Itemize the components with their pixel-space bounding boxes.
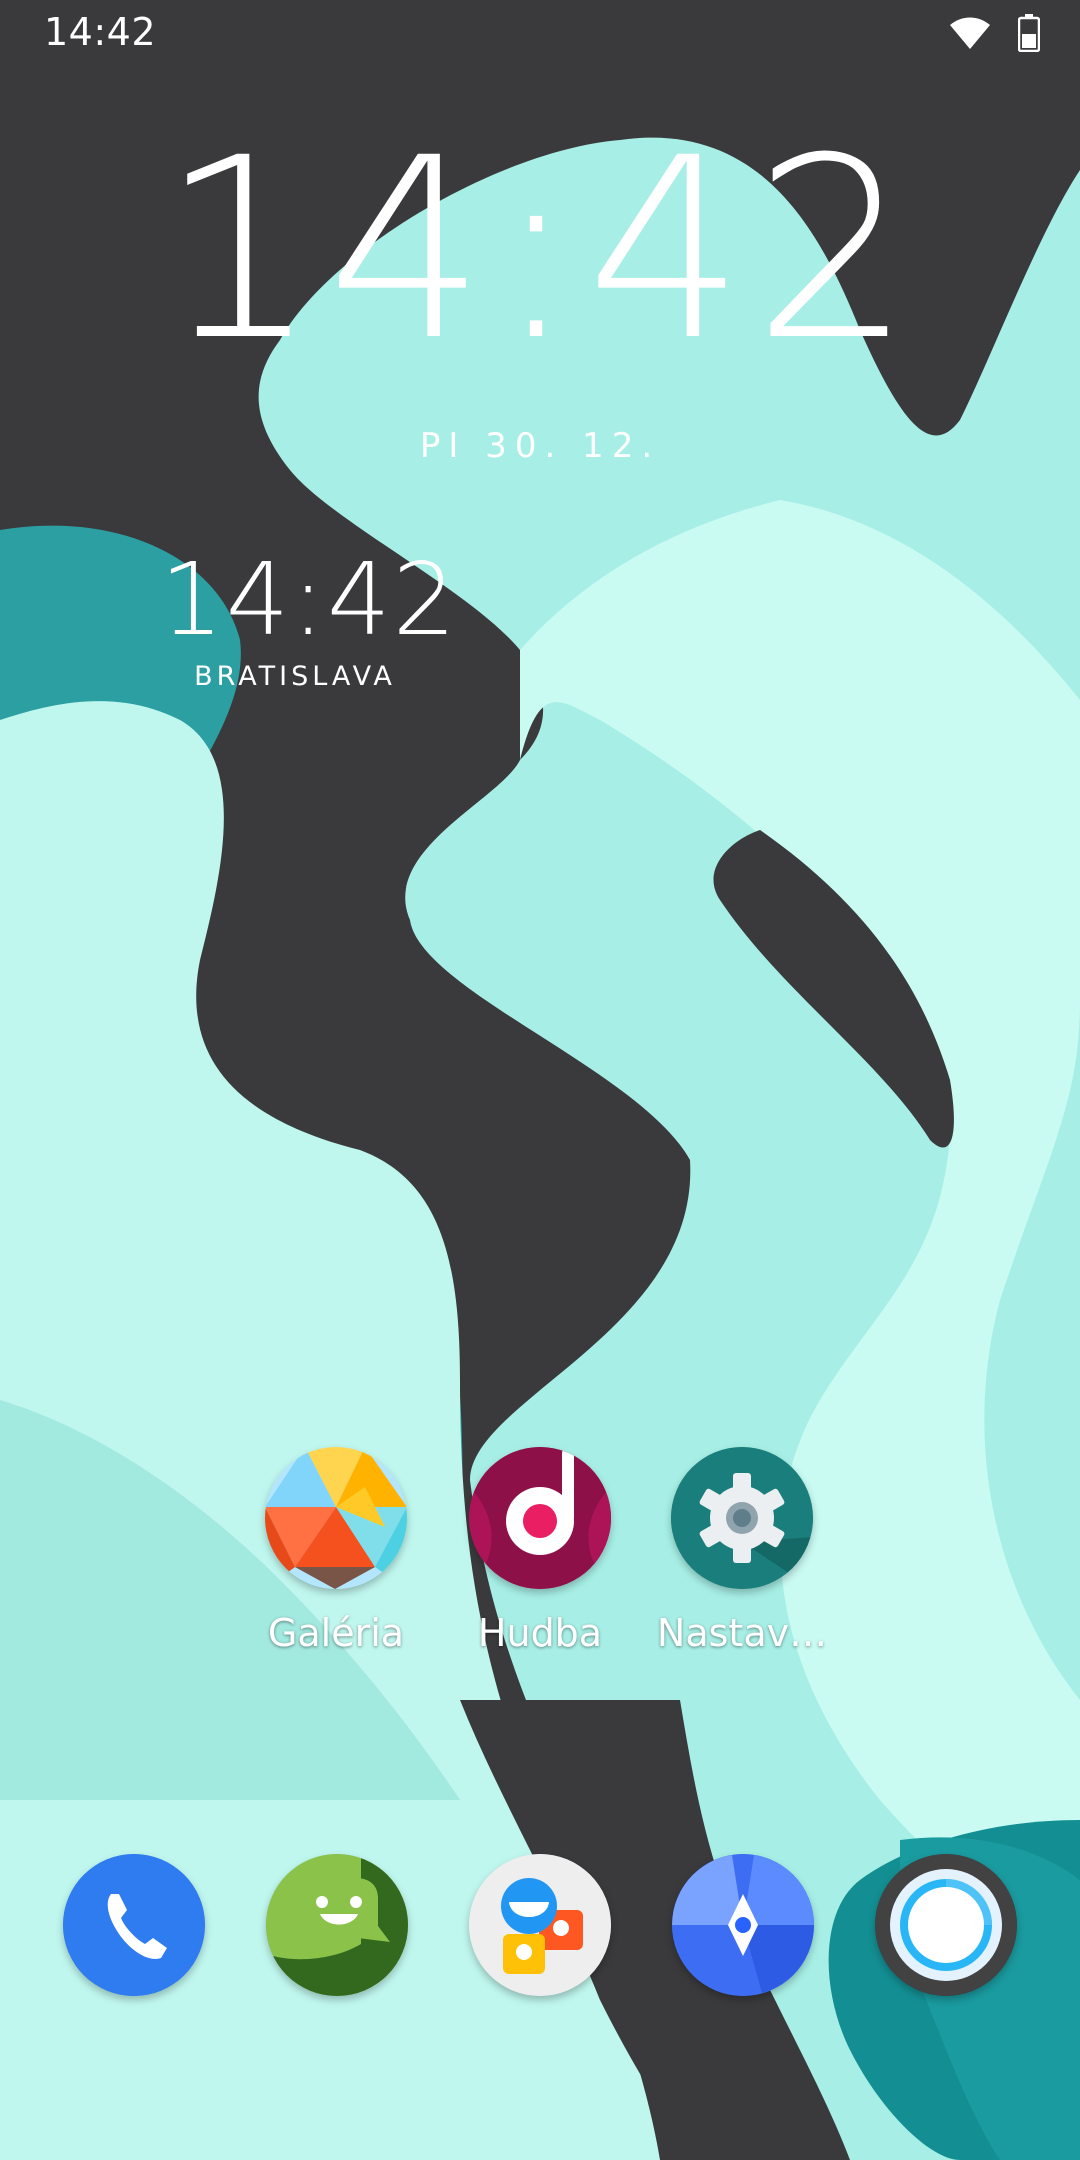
- phone-icon[interactable]: [63, 1854, 205, 1996]
- status-time: 14:42: [44, 10, 157, 54]
- camera-icon[interactable]: [875, 1854, 1017, 1996]
- app-label-settings: Nastav…: [656, 1611, 828, 1655]
- music-icon: [469, 1447, 611, 1589]
- gallery-icon: [265, 1447, 407, 1589]
- app-music[interactable]: Hudba: [440, 1447, 640, 1655]
- battery-icon: [1018, 14, 1040, 52]
- messages-icon[interactable]: [266, 1854, 408, 1996]
- wifi-icon: [948, 15, 992, 51]
- app-label-music: Hudba: [477, 1611, 603, 1655]
- world-clock-time: 14:42: [160, 541, 459, 658]
- app-settings[interactable]: Nastav…: [642, 1447, 842, 1655]
- settings-icon: [671, 1447, 813, 1589]
- contacts-icon[interactable]: [469, 1854, 611, 1996]
- world-clock-city: BRATISLAVA: [194, 661, 396, 692]
- clock-widget-time[interactable]: 14:42: [0, 120, 1080, 380]
- clock-widget-date[interactable]: PI 30. 12.: [0, 426, 1080, 466]
- status-bar: 14:42: [0, 0, 1080, 66]
- browser-icon[interactable]: [672, 1854, 814, 1996]
- app-gallery[interactable]: Galéria: [236, 1447, 436, 1655]
- app-label-gallery: Galéria: [267, 1611, 405, 1655]
- world-clock-widget[interactable]: 14:42 BRATISLAVA: [160, 541, 459, 693]
